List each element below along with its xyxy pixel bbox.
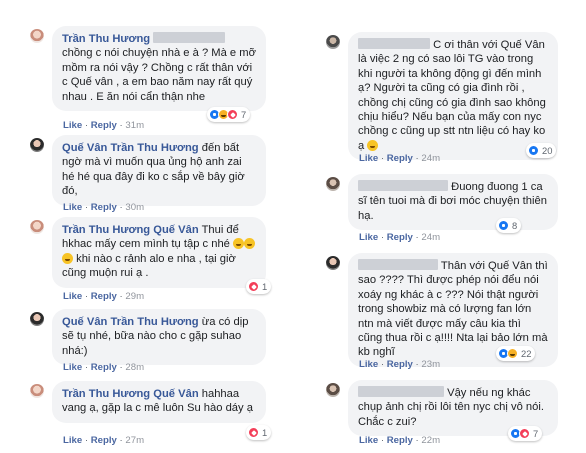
avatar[interactable] xyxy=(30,384,44,398)
love-icon xyxy=(519,428,530,439)
laughing-emoji-icon xyxy=(244,238,256,250)
like-icon xyxy=(528,145,539,156)
reply-link[interactable]: Reply xyxy=(91,435,117,446)
comment-bubble: Trần Thu Hương chồng c nói chuyện nhà e … xyxy=(52,26,266,112)
comment-time[interactable]: 23m xyxy=(421,359,440,370)
avatar[interactable] xyxy=(30,220,44,234)
reply-link[interactable]: Reply xyxy=(91,362,117,373)
comment-actions: Like · Reply · 30m xyxy=(63,202,145,213)
laughing-emoji-icon xyxy=(233,238,245,250)
smile-emoji-icon xyxy=(367,139,379,151)
reaction-summary[interactable]: 7 xyxy=(207,107,251,122)
comment-time[interactable]: 24m xyxy=(421,153,440,164)
mention-link[interactable]: Quế Vân xyxy=(153,388,198,400)
comment-actions: Like · Reply · 22m xyxy=(359,435,441,446)
like-link[interactable]: Like xyxy=(63,202,82,213)
reaction-count: 1 xyxy=(262,281,268,292)
reaction-count: 20 xyxy=(542,145,553,156)
comment-time[interactable]: 24m xyxy=(421,232,440,243)
reaction-summary[interactable]: 1 xyxy=(246,425,272,440)
reply-link[interactable]: Reply xyxy=(387,435,413,446)
love-icon xyxy=(248,427,259,438)
avatar[interactable] xyxy=(30,312,44,326)
like-link[interactable]: Like xyxy=(359,359,378,370)
redacted-author xyxy=(358,180,448,191)
comment-text-2: khi nào c rảnh alo e nha , tại giờ cũng … xyxy=(62,252,236,280)
like-link[interactable]: Like xyxy=(63,120,82,131)
comment-author[interactable]: Quế Vân xyxy=(62,316,107,328)
comment-bubble: Trần Thu Hương Quế Vân Thui để hkhac mấy… xyxy=(52,217,266,288)
comment-text: C ơi thân với Quế Vân là việc 2 ng có sa… xyxy=(358,39,546,152)
comment-time[interactable]: 28m xyxy=(125,362,144,373)
comment-author[interactable]: Quế Vân xyxy=(62,142,107,154)
reply-link[interactable]: Reply xyxy=(91,291,117,302)
love-icon xyxy=(248,281,259,292)
comment-actions: Like · Reply · 23m xyxy=(359,359,441,370)
avatar[interactable] xyxy=(326,383,340,397)
like-link[interactable]: Like xyxy=(63,291,82,302)
mention-link[interactable]: Quế Vân xyxy=(153,224,198,236)
reply-link[interactable]: Reply xyxy=(387,359,413,370)
redacted-author xyxy=(358,259,438,270)
like-link[interactable]: Like xyxy=(63,362,82,373)
comment-bubble: Quế Vân Trần Thu Hương đến bất ngờ mà vì… xyxy=(52,135,266,206)
avatar[interactable] xyxy=(30,29,44,43)
comment-actions: Like · Reply · 27m xyxy=(63,435,145,446)
avatar[interactable] xyxy=(326,177,340,191)
avatar[interactable] xyxy=(30,138,44,152)
comment-bubble: Đuong đuong 1 ca sĩ tên tuoi mà đi bơi m… xyxy=(348,174,558,231)
comment-time[interactable]: 22m xyxy=(421,435,440,446)
mention-link[interactable]: Trần Thu Hương xyxy=(111,142,199,154)
reply-link[interactable]: Reply xyxy=(91,202,117,213)
mention-link[interactable]: Trần Thu Hương xyxy=(111,316,199,328)
avatar[interactable] xyxy=(326,35,340,49)
reaction-summary[interactable]: 8 xyxy=(496,218,522,233)
comment-time[interactable]: 27m xyxy=(125,435,144,446)
laughing-emoji-icon xyxy=(62,252,73,264)
comment-time[interactable]: 29m xyxy=(125,291,144,302)
like-link[interactable]: Like xyxy=(359,232,378,243)
comment-time[interactable]: 31m xyxy=(125,120,144,131)
comment-author[interactable]: Trần Thu Hương xyxy=(62,224,150,236)
reaction-count: 1 xyxy=(262,427,268,438)
reaction-summary[interactable]: 7 xyxy=(508,426,543,441)
haha-icon xyxy=(507,348,518,359)
comment-bubble: C ơi thân với Quế Vân là việc 2 ng có sa… xyxy=(348,32,558,161)
comment-text: chồng c nói chuyện nhà e à ? Mà e mỡ mồm… xyxy=(62,47,256,103)
comment-bubble: Quế Vân Trần Thu Hương ừa có dịp sẽ tụ n… xyxy=(52,309,266,366)
reaction-count: 7 xyxy=(241,109,247,120)
comment-actions: Like · Reply · 28m xyxy=(63,362,145,373)
reaction-count: 8 xyxy=(512,220,518,231)
like-link[interactable]: Like xyxy=(359,435,378,446)
reaction-summary[interactable]: 22 xyxy=(496,346,536,361)
comment-author[interactable]: Trần Thu Hương xyxy=(62,33,150,45)
comment-actions: Like · Reply · 29m xyxy=(63,291,145,302)
avatar[interactable] xyxy=(326,256,340,270)
comment-actions: Like · Reply · 31m xyxy=(63,120,145,131)
reaction-count: 22 xyxy=(521,348,532,359)
like-icon xyxy=(498,220,509,231)
reply-link[interactable]: Reply xyxy=(91,120,117,131)
redacted-author xyxy=(358,38,430,49)
reaction-summary[interactable]: 20 xyxy=(526,143,557,158)
comment-text: Thân với Quế Vân thì sao ???? Thì được p… xyxy=(358,260,548,359)
love-icon xyxy=(227,109,238,120)
comment-author[interactable]: Trần Thu Hương xyxy=(62,388,150,400)
comment-actions: Like · Reply · 24m xyxy=(359,153,441,164)
comment-actions: Like · Reply · 24m xyxy=(359,232,441,243)
reaction-count: 7 xyxy=(533,428,539,439)
reply-link[interactable]: Reply xyxy=(387,153,413,164)
comment-time[interactable]: 30m xyxy=(125,202,144,213)
reaction-summary[interactable]: 1 xyxy=(246,279,272,294)
redacted-text xyxy=(153,32,226,43)
like-link[interactable]: Like xyxy=(359,153,378,164)
reply-link[interactable]: Reply xyxy=(387,232,413,243)
redacted-author xyxy=(358,386,444,397)
comment-bubble: Trần Thu Hương Quế Vân hahhaa vang ạ, gặ… xyxy=(52,381,266,423)
like-link[interactable]: Like xyxy=(63,435,82,446)
